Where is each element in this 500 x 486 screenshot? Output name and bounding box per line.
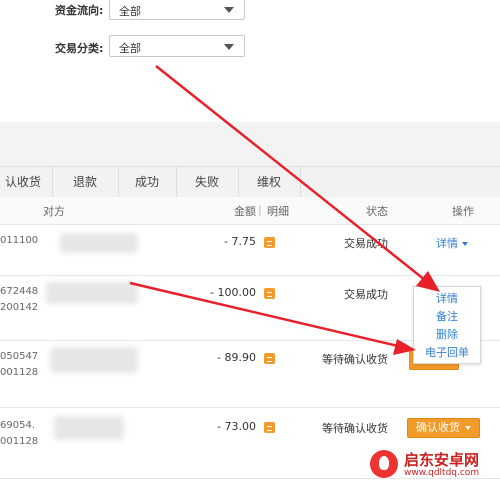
tab-failed[interactable]: 失败 [176,167,239,197]
detail-icon[interactable] [264,353,275,364]
table-header: 对方 金额 | 明细 状态 操作 [0,197,500,225]
chevron-down-icon [465,426,471,430]
status-text: 等待确认收货 [322,353,388,366]
amount-value: - 89.90 [217,351,256,364]
account-number-2: 001128 [0,436,39,447]
menu-item-e-receipt[interactable]: 电子回单 [414,344,480,360]
watermark-logo-icon [370,450,398,478]
chevron-down-icon [224,7,234,13]
account-number: 69054. [0,420,35,431]
header-divider: | [258,203,262,216]
header-detail: 明细 [267,205,289,218]
tab-refund[interactable]: 退款 [52,167,119,197]
detail-icon[interactable] [264,288,275,299]
watermark-title: 启东安卓网 [404,451,480,469]
header-amount: 金额 [234,205,256,218]
detail-icon[interactable] [264,422,275,433]
confirm-receipt-button[interactable]: 确认收货 [407,418,480,438]
amount-value: - 73.00 [217,420,256,433]
category-value: 全部 [119,42,141,55]
menu-item-note[interactable]: 备注 [414,308,480,324]
chevron-down-icon [224,44,234,50]
filter-panel: 资金流向: 全部 交易分类: 全部 [0,0,500,120]
header-action: 操作 [452,205,474,218]
detail-link[interactable]: 详情 [436,235,468,251]
redacted-name [54,416,124,440]
redacted-name [46,282,138,304]
account-number: 050547 [0,351,39,362]
direction-select[interactable]: 全部 [109,0,245,20]
category-label: 交易分类: [55,42,104,55]
watermark-url: www.qdltdq.com [404,468,480,478]
status-text: 交易成功 [344,237,388,250]
redacted-name [50,347,138,373]
section-divider [0,122,500,166]
account-number: 011100 [0,235,39,246]
tab-success[interactable]: 成功 [118,167,177,197]
redacted-name [60,233,138,253]
watermark: 启东安卓网 www.qdltdq.com [368,448,496,482]
header-counterparty: 对方 [43,205,65,218]
action-dropdown-menu: 详情 备注 删除 电子回单 [413,286,481,364]
account-number: 672448 [0,286,39,297]
status-text: 等待确认收货 [322,422,388,435]
menu-item-delete[interactable]: 删除 [414,326,480,342]
tab-rights[interactable]: 维权 [238,167,301,197]
status-text: 交易成功 [344,288,388,301]
chevron-down-icon [462,242,468,246]
detail-icon[interactable] [264,237,275,248]
amount-value: - 100.00 [210,286,256,299]
tab-awaiting-receipt[interactable]: 认收货 [0,167,53,197]
status-tabs: 认收货 退款 成功 失败 维权 [0,166,500,198]
account-number-2: 200142 [0,302,39,313]
table-row: 011100 - 7.75 交易成功 详情 [0,225,500,276]
account-number-2: 001128 [0,367,39,378]
category-select[interactable]: 全部 [109,35,245,57]
header-status: 状态 [366,205,388,218]
menu-item-detail[interactable]: 详情 [414,290,480,306]
amount-value: - 7.75 [224,235,256,248]
direction-value: 全部 [119,5,141,18]
direction-label: 资金流向: [55,4,104,17]
